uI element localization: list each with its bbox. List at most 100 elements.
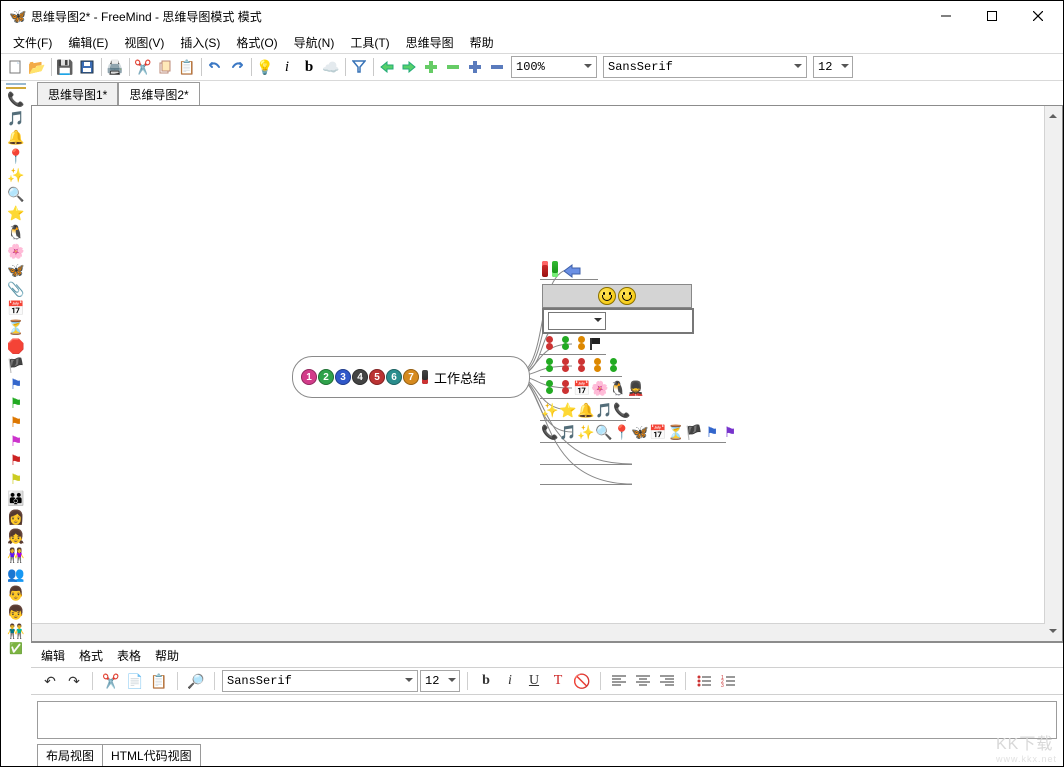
horizontal-scrollbar[interactable] bbox=[32, 623, 1045, 641]
italic-icon[interactable]: i bbox=[276, 56, 298, 78]
male-icon[interactable]: 👨 bbox=[6, 585, 26, 602]
menu-tools[interactable]: 工具(T) bbox=[342, 32, 397, 53]
child-node-mixed1[interactable]: 📅 🌸 🐧 💂 bbox=[542, 380, 644, 396]
list-number-icon[interactable]: 123 bbox=[717, 670, 739, 692]
phone-icon[interactable]: 📞 bbox=[6, 91, 26, 108]
vertical-scrollbar[interactable] bbox=[1044, 106, 1062, 641]
blueflag-icon[interactable]: ⚑ bbox=[6, 376, 26, 393]
child-node-smileys[interactable] bbox=[542, 284, 692, 308]
list-bullet-icon[interactable] bbox=[693, 670, 715, 692]
menu-format[interactable]: 格式(O) bbox=[228, 32, 285, 53]
editor-italic-icon[interactable]: i bbox=[499, 670, 521, 692]
font-select[interactable]: SansSerif bbox=[603, 56, 807, 78]
editor-tab-html[interactable]: HTML代码视图 bbox=[102, 744, 201, 766]
editor-undo-icon[interactable]: ↶ bbox=[39, 670, 61, 692]
menu-help[interactable]: 帮助 bbox=[462, 32, 502, 53]
menu-view[interactable]: 视图(V) bbox=[116, 32, 172, 53]
family-icon[interactable]: 👪 bbox=[6, 490, 26, 507]
editor-clear-icon[interactable]: 🚫 bbox=[571, 670, 593, 692]
blackflag-icon[interactable]: 🏴 bbox=[6, 357, 26, 374]
editor-menu-help[interactable]: 帮助 bbox=[155, 647, 179, 664]
menu-edit[interactable]: 编辑(E) bbox=[60, 32, 116, 53]
child-node-mixed2[interactable]: ✨ ⭐ 🔔 🎵 📞 bbox=[542, 402, 630, 418]
undo-icon[interactable] bbox=[204, 56, 226, 78]
align-right-icon[interactable] bbox=[656, 670, 678, 692]
maximize-button[interactable] bbox=[969, 1, 1015, 31]
align-left-icon[interactable] bbox=[608, 670, 630, 692]
calendar-icon[interactable]: 📅 bbox=[6, 300, 26, 317]
editor-textcolor-icon[interactable]: T bbox=[547, 670, 569, 692]
magnifier-icon[interactable]: 🔍 bbox=[6, 186, 26, 203]
editor-fontsize-select[interactable]: 12 bbox=[420, 670, 460, 692]
menu-mindmap[interactable]: 思维导图 bbox=[398, 32, 462, 53]
side-panel1-icon[interactable] bbox=[6, 83, 26, 85]
minimize-button[interactable] bbox=[923, 1, 969, 31]
redflag-icon[interactable]: ⚑ bbox=[6, 452, 26, 469]
save-icon[interactable]: 💾 bbox=[54, 56, 76, 78]
editor-paste-icon[interactable]: 📋 bbox=[148, 670, 170, 692]
editor-textarea[interactable] bbox=[37, 701, 1057, 739]
star-icon[interactable]: ⭐ bbox=[6, 205, 26, 222]
menu-nav[interactable]: 导航(N) bbox=[286, 32, 343, 53]
editor-menu-table[interactable]: 表格 bbox=[117, 647, 141, 664]
magentaflag-icon[interactable]: ⚑ bbox=[6, 433, 26, 450]
editor-bold-icon[interactable]: b bbox=[475, 670, 497, 692]
bell-icon[interactable]: 🔔 bbox=[6, 129, 26, 146]
male2-icon[interactable]: 👦 bbox=[6, 604, 26, 621]
pin-icon[interactable]: 📍 bbox=[6, 148, 26, 165]
bold-icon[interactable]: b bbox=[298, 56, 320, 78]
editor-copy-icon[interactable]: 📄 bbox=[124, 670, 146, 692]
orangeflag-icon[interactable]: ⚑ bbox=[6, 414, 26, 431]
editor-find-icon[interactable]: 🔎 bbox=[185, 670, 207, 692]
doc-tab-1[interactable]: 思维导图1* bbox=[37, 82, 118, 106]
group-icon[interactable]: 👥 bbox=[6, 566, 26, 583]
editor-underline-icon[interactable]: U bbox=[523, 670, 545, 692]
fontsize-select[interactable]: 12 bbox=[813, 56, 853, 78]
print-icon[interactable]: 🖨️ bbox=[104, 56, 126, 78]
add-node-icon[interactable] bbox=[420, 56, 442, 78]
editor-font-select[interactable]: SansSerif bbox=[222, 670, 418, 692]
zoomin-icon[interactable] bbox=[464, 56, 486, 78]
hourglass-icon[interactable]: ⏳ bbox=[6, 319, 26, 336]
node-edit-dropdown[interactable] bbox=[548, 312, 606, 330]
paste-icon[interactable]: 📋 bbox=[176, 56, 198, 78]
editor-menu-format[interactable]: 格式 bbox=[79, 647, 103, 664]
child-node-traffic[interactable] bbox=[542, 261, 582, 280]
percent-icon[interactable]: ✅ bbox=[6, 642, 26, 655]
child-node-people1[interactable] bbox=[542, 336, 600, 352]
side-panel2-icon[interactable] bbox=[6, 87, 26, 89]
butterfly-icon[interactable]: 🦋 bbox=[6, 262, 26, 279]
mindmap-canvas[interactable]: 1 2 3 4 5 6 7 工作总结 bbox=[32, 106, 1045, 624]
wand-icon[interactable]: ✨ bbox=[6, 167, 26, 184]
zoomout-icon[interactable] bbox=[486, 56, 508, 78]
attach-icon[interactable]: 📎 bbox=[6, 281, 26, 298]
mindmap-root-node[interactable]: 1 2 3 4 5 6 7 工作总结 bbox=[292, 356, 530, 398]
males-icon[interactable]: 👬 bbox=[6, 623, 26, 640]
align-center-icon[interactable] bbox=[632, 670, 654, 692]
female2-icon[interactable]: 👧 bbox=[6, 528, 26, 545]
nav-back-icon[interactable] bbox=[376, 56, 398, 78]
menu-file[interactable]: 文件(F) bbox=[5, 32, 60, 53]
yellowflag-icon[interactable]: ⚑ bbox=[6, 471, 26, 488]
music-icon[interactable]: 🎵 bbox=[6, 110, 26, 127]
copy-icon[interactable] bbox=[154, 56, 176, 78]
flower-icon[interactable]: 🌸 bbox=[6, 243, 26, 260]
open-icon[interactable]: 📂 bbox=[26, 56, 48, 78]
greenflag-icon[interactable]: ⚑ bbox=[6, 395, 26, 412]
redo-icon[interactable] bbox=[226, 56, 248, 78]
child-node-editing[interactable] bbox=[542, 308, 694, 334]
female-icon[interactable]: 👩 bbox=[6, 509, 26, 526]
remove-node-icon[interactable] bbox=[442, 56, 464, 78]
doc-tab-2[interactable]: 思维导图2* bbox=[118, 82, 199, 106]
cut-icon[interactable]: ✂️ bbox=[132, 56, 154, 78]
idea-icon[interactable]: 💡 bbox=[254, 56, 276, 78]
child-node-people2[interactable] bbox=[542, 358, 620, 374]
nav-forward-icon[interactable] bbox=[398, 56, 420, 78]
filter-icon[interactable] bbox=[348, 56, 370, 78]
close-button[interactable] bbox=[1015, 1, 1061, 31]
editor-cut-icon[interactable]: ✂️ bbox=[100, 670, 122, 692]
penguin-icon[interactable]: 🐧 bbox=[6, 224, 26, 241]
menu-insert[interactable]: 插入(S) bbox=[172, 32, 228, 53]
saveas-icon[interactable] bbox=[76, 56, 98, 78]
females-icon[interactable]: 👭 bbox=[6, 547, 26, 564]
